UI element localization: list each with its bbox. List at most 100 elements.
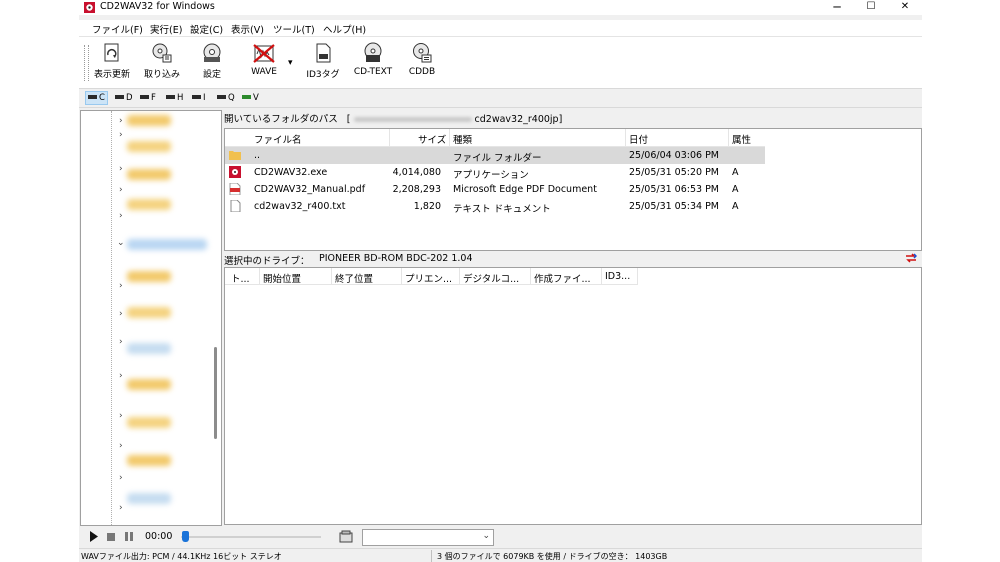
- blurred-folder: [127, 169, 171, 180]
- chevron-right-icon[interactable]: ›: [119, 441, 123, 451]
- file-name: CD2WAV32_Manual.pdf: [254, 184, 366, 195]
- import-label: 取り込み: [143, 70, 180, 80]
- seek-bar[interactable]: [181, 536, 321, 538]
- drive-letter: F: [151, 93, 156, 103]
- cddb-button[interactable]: CDDB: [405, 40, 439, 86]
- column-end[interactable]: 終了位置: [335, 271, 373, 285]
- chevron-right-icon[interactable]: ›: [119, 337, 123, 347]
- app-icon: [84, 2, 95, 13]
- file-size: 1,820: [413, 201, 441, 212]
- column-filename[interactable]: ファイル名: [254, 132, 302, 146]
- drive-h[interactable]: H: [166, 93, 183, 103]
- close-button[interactable]: ✕: [888, 0, 922, 15]
- chevron-right-icon[interactable]: ›: [119, 130, 123, 140]
- column-date[interactable]: 日付: [629, 132, 648, 146]
- stop-icon[interactable]: [107, 533, 115, 541]
- toolbar-grip[interactable]: [84, 45, 89, 81]
- chevron-right-icon[interactable]: ›: [119, 411, 123, 421]
- file-attr: A: [732, 167, 739, 178]
- file-attr: A: [732, 184, 739, 195]
- file-row[interactable]: cd2wav32_r400.txt 1,820 テキスト ドキュメント 25/0…: [225, 198, 765, 215]
- file-list-header: ファイル名 サイズ 種類 日付 属性: [225, 129, 765, 147]
- chevron-right-icon[interactable]: ›: [119, 281, 123, 291]
- blurred-folder: [127, 307, 171, 318]
- chevron-right-icon[interactable]: ›: [119, 371, 123, 381]
- refresh-button[interactable]: 表示更新: [92, 40, 132, 86]
- blurred-folder: [127, 115, 171, 126]
- chevron-right-icon[interactable]: ›: [119, 309, 123, 319]
- drive-icon: [166, 94, 175, 99]
- settings-button[interactable]: 設定: [197, 40, 227, 86]
- column-id3[interactable]: ID3...: [605, 271, 630, 282]
- file-type: Microsoft Edge PDF Document: [453, 184, 597, 195]
- chevron-right-icon[interactable]: ›: [119, 211, 123, 221]
- blurred-path: [353, 117, 472, 122]
- cd-drive-icon[interactable]: [339, 530, 353, 544]
- play-icon[interactable]: [90, 531, 98, 542]
- drive-i[interactable]: I: [192, 93, 206, 103]
- tree-scrollbar[interactable]: [214, 347, 217, 439]
- status-right: 3 個のファイルで 6079KB を使用 / ドライブの空き： 1403GB: [437, 552, 668, 561]
- drive-d[interactable]: D: [115, 93, 133, 103]
- file-name: CD2WAV32.exe: [254, 167, 328, 178]
- file-row[interactable]: CD2WAV32.exe 4,014,080 アプリケーション 25/05/31…: [225, 164, 765, 181]
- file-date: 25/06/04 03:06 PM: [629, 150, 720, 161]
- column-type[interactable]: 種類: [453, 132, 472, 146]
- drive-f[interactable]: F: [140, 93, 156, 103]
- cd-drive-icon: [242, 94, 251, 99]
- chevron-right-icon[interactable]: ›: [119, 503, 123, 513]
- column-track[interactable]: ト...: [231, 271, 250, 285]
- blurred-folder: [127, 141, 171, 152]
- file-row[interactable]: .. ファイル フォルダー 25/06/04 03:06 PM: [225, 147, 765, 164]
- drive-q[interactable]: Q: [217, 93, 235, 103]
- cd-drive-icon: [217, 94, 226, 99]
- track-list[interactable]: ト... 開始位置 終了位置 プリエン... デジタルコ... 作成ファイ...…: [224, 267, 922, 525]
- id3-tag-button[interactable]: ID3タグ: [303, 40, 343, 86]
- column-preemphasis[interactable]: プリエン...: [405, 271, 452, 285]
- chevron-right-icon[interactable]: ›: [119, 473, 123, 483]
- playback-time: 00:00: [145, 531, 173, 542]
- maximize-button[interactable]: ☐: [854, 0, 888, 15]
- drive-v[interactable]: V: [242, 93, 259, 103]
- pause-icon[interactable]: [125, 532, 133, 541]
- column-start[interactable]: 開始位置: [263, 271, 301, 285]
- blurred-folder: [127, 199, 171, 210]
- drive-letter: I: [203, 93, 206, 103]
- id3-tag-label: ID3タグ: [306, 70, 340, 80]
- wave-dropdown-arrow[interactable]: ▾: [288, 58, 293, 68]
- chevron-right-icon[interactable]: ›: [119, 116, 123, 126]
- chevron-right-icon[interactable]: ›: [119, 185, 123, 195]
- drive-c[interactable]: C: [85, 91, 108, 105]
- chevron-down-icon: ⌄: [482, 531, 490, 541]
- swap-icon[interactable]: [905, 252, 917, 264]
- menu-settings[interactable]: 設定(C): [190, 22, 223, 36]
- cd-text-button[interactable]: CD-TEXT: [351, 40, 395, 86]
- menu-file[interactable]: ファイル(F): [92, 22, 143, 36]
- file-name: cd2wav32_r400.txt: [254, 201, 346, 212]
- column-created-file[interactable]: 作成ファイ...: [534, 271, 591, 285]
- column-attr[interactable]: 属性: [732, 132, 751, 146]
- column-digital-copy[interactable]: デジタルコ...: [463, 271, 519, 285]
- seek-thumb[interactable]: [182, 531, 189, 542]
- selected-drive-label: 選択中のドライブ：: [224, 256, 310, 267]
- drive-select[interactable]: ⌄: [362, 529, 494, 546]
- import-icon: [152, 43, 172, 63]
- minimize-button[interactable]: ─: [820, 0, 854, 15]
- chevron-down-icon[interactable]: ⌄: [117, 238, 125, 248]
- file-row[interactable]: CD2WAV32_Manual.pdf 2,208,293 Microsoft …: [225, 181, 765, 198]
- menu-tools[interactable]: ツール(T): [273, 22, 315, 36]
- selected-drive-bar: 選択中のドライブ： PIONEER BD-ROM BDC-202 1.04: [224, 253, 921, 267]
- column-size[interactable]: サイズ: [418, 132, 446, 146]
- folder-tree[interactable]: › › › › › ⌄ › › › › › › › ›: [80, 110, 222, 526]
- folder-icon: [229, 151, 241, 160]
- chevron-right-icon[interactable]: ›: [119, 164, 123, 174]
- menu-help[interactable]: ヘルプ(H): [323, 22, 366, 36]
- wave-button[interactable]: WAVE: [247, 40, 281, 86]
- cddb-label: CDDB: [408, 67, 436, 77]
- path-open-bracket: [: [346, 114, 351, 125]
- menu-run[interactable]: 実行(E): [150, 22, 182, 36]
- file-list[interactable]: ファイル名 サイズ 種類 日付 属性 .. ファイル フォルダー 25/06/0…: [224, 128, 922, 251]
- menu-view[interactable]: 表示(V): [231, 22, 264, 36]
- file-name: ..: [254, 150, 261, 161]
- import-button[interactable]: 取り込み: [141, 40, 183, 86]
